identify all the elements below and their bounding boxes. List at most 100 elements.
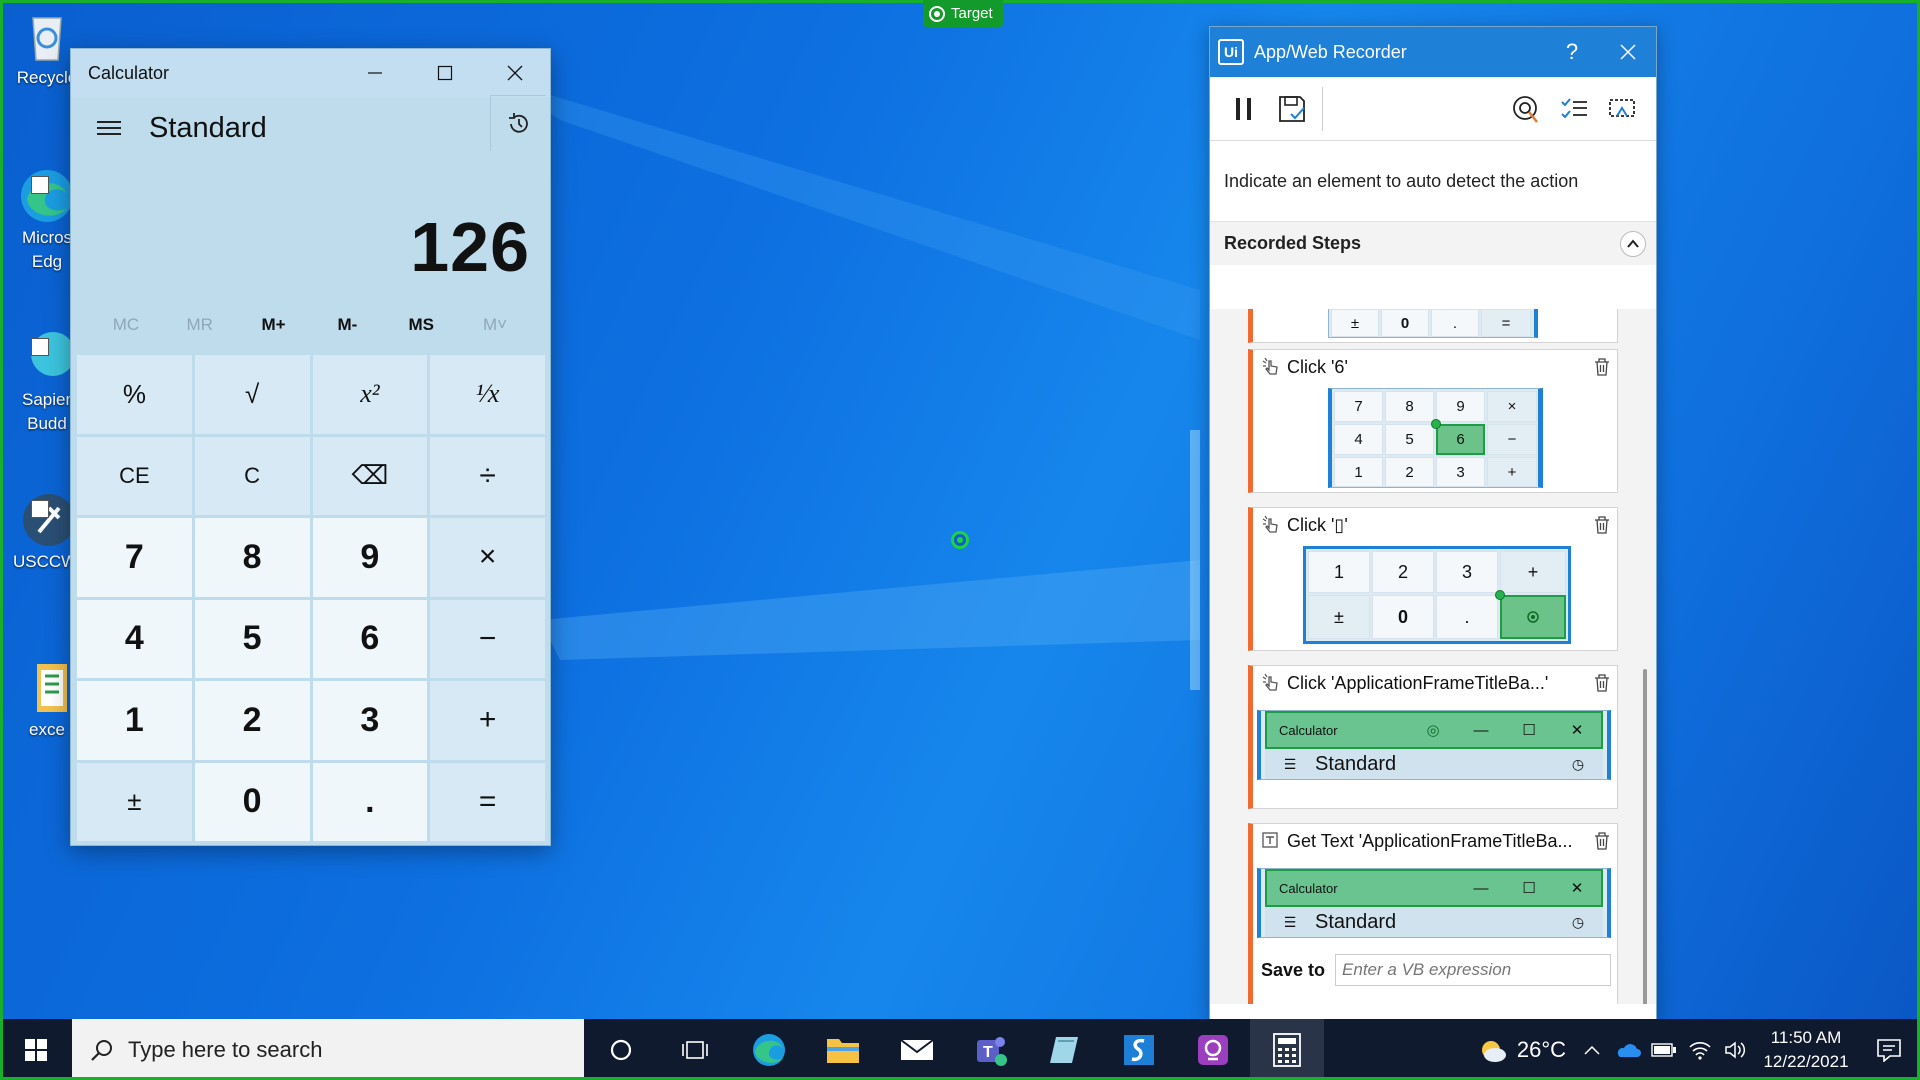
help-button[interactable]: ? — [1544, 27, 1600, 77]
sapien-icon — [1124, 1034, 1154, 1065]
digit-8-button[interactable]: 8 — [194, 518, 310, 597]
thumb-key: 0 — [1372, 595, 1434, 639]
svg-text:T: T — [983, 1044, 993, 1061]
percent-button[interactable]: % — [77, 355, 192, 434]
onedrive-button[interactable] — [1610, 1042, 1646, 1058]
desktop-icon-label: Sapien Budd — [22, 390, 72, 433]
volume-button[interactable] — [1718, 1040, 1754, 1060]
thumb-header: ☰ Standard ◷ — [1265, 749, 1603, 779]
network-button[interactable] — [1682, 1040, 1718, 1060]
recorded-step-click-6[interactable]: Click '6' 7 8 9 × 4 5 6 − 1 2 3 + — [1248, 349, 1618, 493]
clock-date: 12/22/2021 — [1763, 1051, 1849, 1071]
taskbar-file-explorer[interactable] — [806, 1019, 880, 1080]
excel-file-icon — [19, 660, 75, 716]
start-button[interactable] — [0, 1019, 72, 1080]
digit-0-button[interactable]: 0 — [194, 762, 310, 841]
square-root-button[interactable]: √ — [194, 355, 310, 434]
step-thumbnail: Calculator — ☐ ✕ ☰ Standard ◷ — [1257, 868, 1611, 938]
digit-9-button[interactable]: 9 — [312, 518, 428, 597]
indicate-target-button[interactable] — [1502, 85, 1550, 133]
cortana-icon — [610, 1039, 632, 1060]
shortcut-arrow-icon — [31, 338, 49, 356]
equals-button[interactable]: = — [430, 762, 545, 841]
digit-5-button[interactable]: 5 — [194, 599, 310, 678]
uipath-assistant-icon — [1198, 1034, 1228, 1065]
taskbar-mail[interactable] — [880, 1019, 954, 1080]
digit-6-button[interactable]: 6 — [312, 599, 428, 678]
steps-scrollbar[interactable] — [1643, 669, 1647, 1004]
memory-recall-button[interactable]: MR — [163, 315, 237, 335]
clear-button[interactable]: C — [194, 436, 310, 515]
close-button[interactable] — [1600, 27, 1656, 77]
action-center-button[interactable] — [1858, 1038, 1920, 1062]
digit-4-button[interactable]: 4 — [77, 599, 192, 678]
taskbar-clock[interactable]: 11:50 AM 12/22/2021 — [1754, 1026, 1858, 1074]
navigation-menu-button[interactable] — [83, 108, 135, 148]
chevron-up-icon — [1584, 1045, 1600, 1055]
delete-step-button[interactable] — [1587, 510, 1617, 540]
taskbar-sapien[interactable] — [1102, 1019, 1176, 1080]
multiply-button[interactable]: × — [430, 518, 545, 597]
digit-1-button[interactable]: 1 — [77, 681, 192, 760]
mode-title: Standard — [149, 111, 267, 144]
digit-2-button[interactable]: 2 — [194, 681, 310, 760]
memory-subtract-button[interactable]: M- — [310, 315, 384, 335]
thumb-key-highlighted: 6 — [1436, 424, 1485, 455]
taskbar-search-box[interactable]: Type here to search — [72, 1019, 584, 1080]
calculator-titlebar[interactable]: Calculator — [71, 49, 550, 97]
memory-list-button[interactable]: M˅ — [458, 315, 532, 335]
recorded-step-click-equals[interactable]: Click '▯' 1 2 3 + ± 0 . — [1248, 507, 1618, 651]
plus-button[interactable]: + — [430, 681, 545, 760]
decimal-button[interactable]: . — [312, 762, 428, 841]
delete-step-button[interactable] — [1587, 668, 1617, 698]
taskbar-teams[interactable]: T — [954, 1019, 1028, 1080]
taskbar-uipath-assistant[interactable] — [1176, 1019, 1250, 1080]
shortcut-arrow-icon — [31, 500, 49, 518]
negate-button[interactable]: ± — [77, 762, 192, 841]
thumb-mode: Standard — [1315, 910, 1397, 933]
notes-app-icon — [1050, 1036, 1078, 1063]
taskbar: Type here to search T 26°C 11:50 AM 12/2… — [0, 1019, 1920, 1080]
save-to-input[interactable] — [1335, 954, 1612, 986]
divide-button[interactable]: ÷ — [430, 436, 545, 515]
square-button[interactable]: x² — [312, 355, 428, 434]
cortana-button[interactable] — [584, 1019, 658, 1080]
delete-step-button[interactable] — [1587, 352, 1617, 382]
digit-7-button[interactable]: 7 — [77, 518, 192, 597]
recorded-step-click-titlebar[interactable]: Click 'ApplicationFrameTitleBa...' Calcu… — [1248, 665, 1618, 809]
show-hidden-icons-button[interactable] — [1574, 1045, 1610, 1055]
battery-button[interactable] — [1646, 1042, 1682, 1057]
recorded-step-partial[interactable]: ± 0 . = — [1248, 309, 1618, 343]
taskbar-calculator[interactable] — [1250, 1019, 1324, 1080]
recorded-steps-list[interactable]: ± 0 . = Click '6' 7 8 9 × 4 5 6 − 1 2 3 … — [1210, 309, 1656, 1004]
memory-add-button[interactable]: M+ — [237, 315, 311, 335]
pause-button[interactable] — [1220, 85, 1268, 133]
calculator-window[interactable]: Calculator Standard 126 MC MR M+ M- MS M… — [70, 48, 551, 846]
select-steps-button[interactable] — [1550, 85, 1598, 133]
clear-entry-button[interactable]: CE — [77, 436, 192, 515]
close-button[interactable] — [480, 49, 550, 97]
memory-clear-button[interactable]: MC — [89, 315, 163, 335]
memory-store-button[interactable]: MS — [384, 315, 458, 335]
weather-widget[interactable]: 26°C — [1477, 1036, 1566, 1064]
step-header: Click 'ApplicationFrameTitleBa...' — [1253, 666, 1617, 700]
task-view-button[interactable] — [658, 1019, 732, 1080]
collapse-steps-button[interactable] — [1620, 230, 1646, 257]
save-button[interactable] — [1268, 85, 1316, 133]
maximize-button[interactable] — [410, 49, 480, 97]
recorder-window[interactable]: Ui App/Web Recorder ? Indicate an elemen… — [1209, 26, 1657, 1021]
minimize-button[interactable] — [340, 49, 410, 97]
minus-button[interactable]: − — [430, 599, 545, 678]
backspace-button[interactable]: ⌫ — [312, 436, 428, 515]
screen-capture-button[interactable] — [1598, 85, 1646, 133]
taskbar-app-notes[interactable] — [1028, 1019, 1102, 1080]
checklist-icon — [1561, 97, 1587, 118]
history-button[interactable] — [490, 95, 546, 151]
recorder-titlebar[interactable]: Ui App/Web Recorder ? — [1210, 27, 1656, 77]
digit-3-button[interactable]: 3 — [312, 681, 428, 760]
recorded-step-get-text[interactable]: Get Text 'ApplicationFrameTitleBa... Cal… — [1248, 823, 1618, 1004]
taskbar-edge[interactable] — [732, 1019, 806, 1080]
search-placeholder: Type here to search — [128, 1036, 323, 1062]
reciprocal-button[interactable]: ¹⁄x — [430, 355, 545, 434]
delete-step-button[interactable] — [1587, 826, 1617, 856]
